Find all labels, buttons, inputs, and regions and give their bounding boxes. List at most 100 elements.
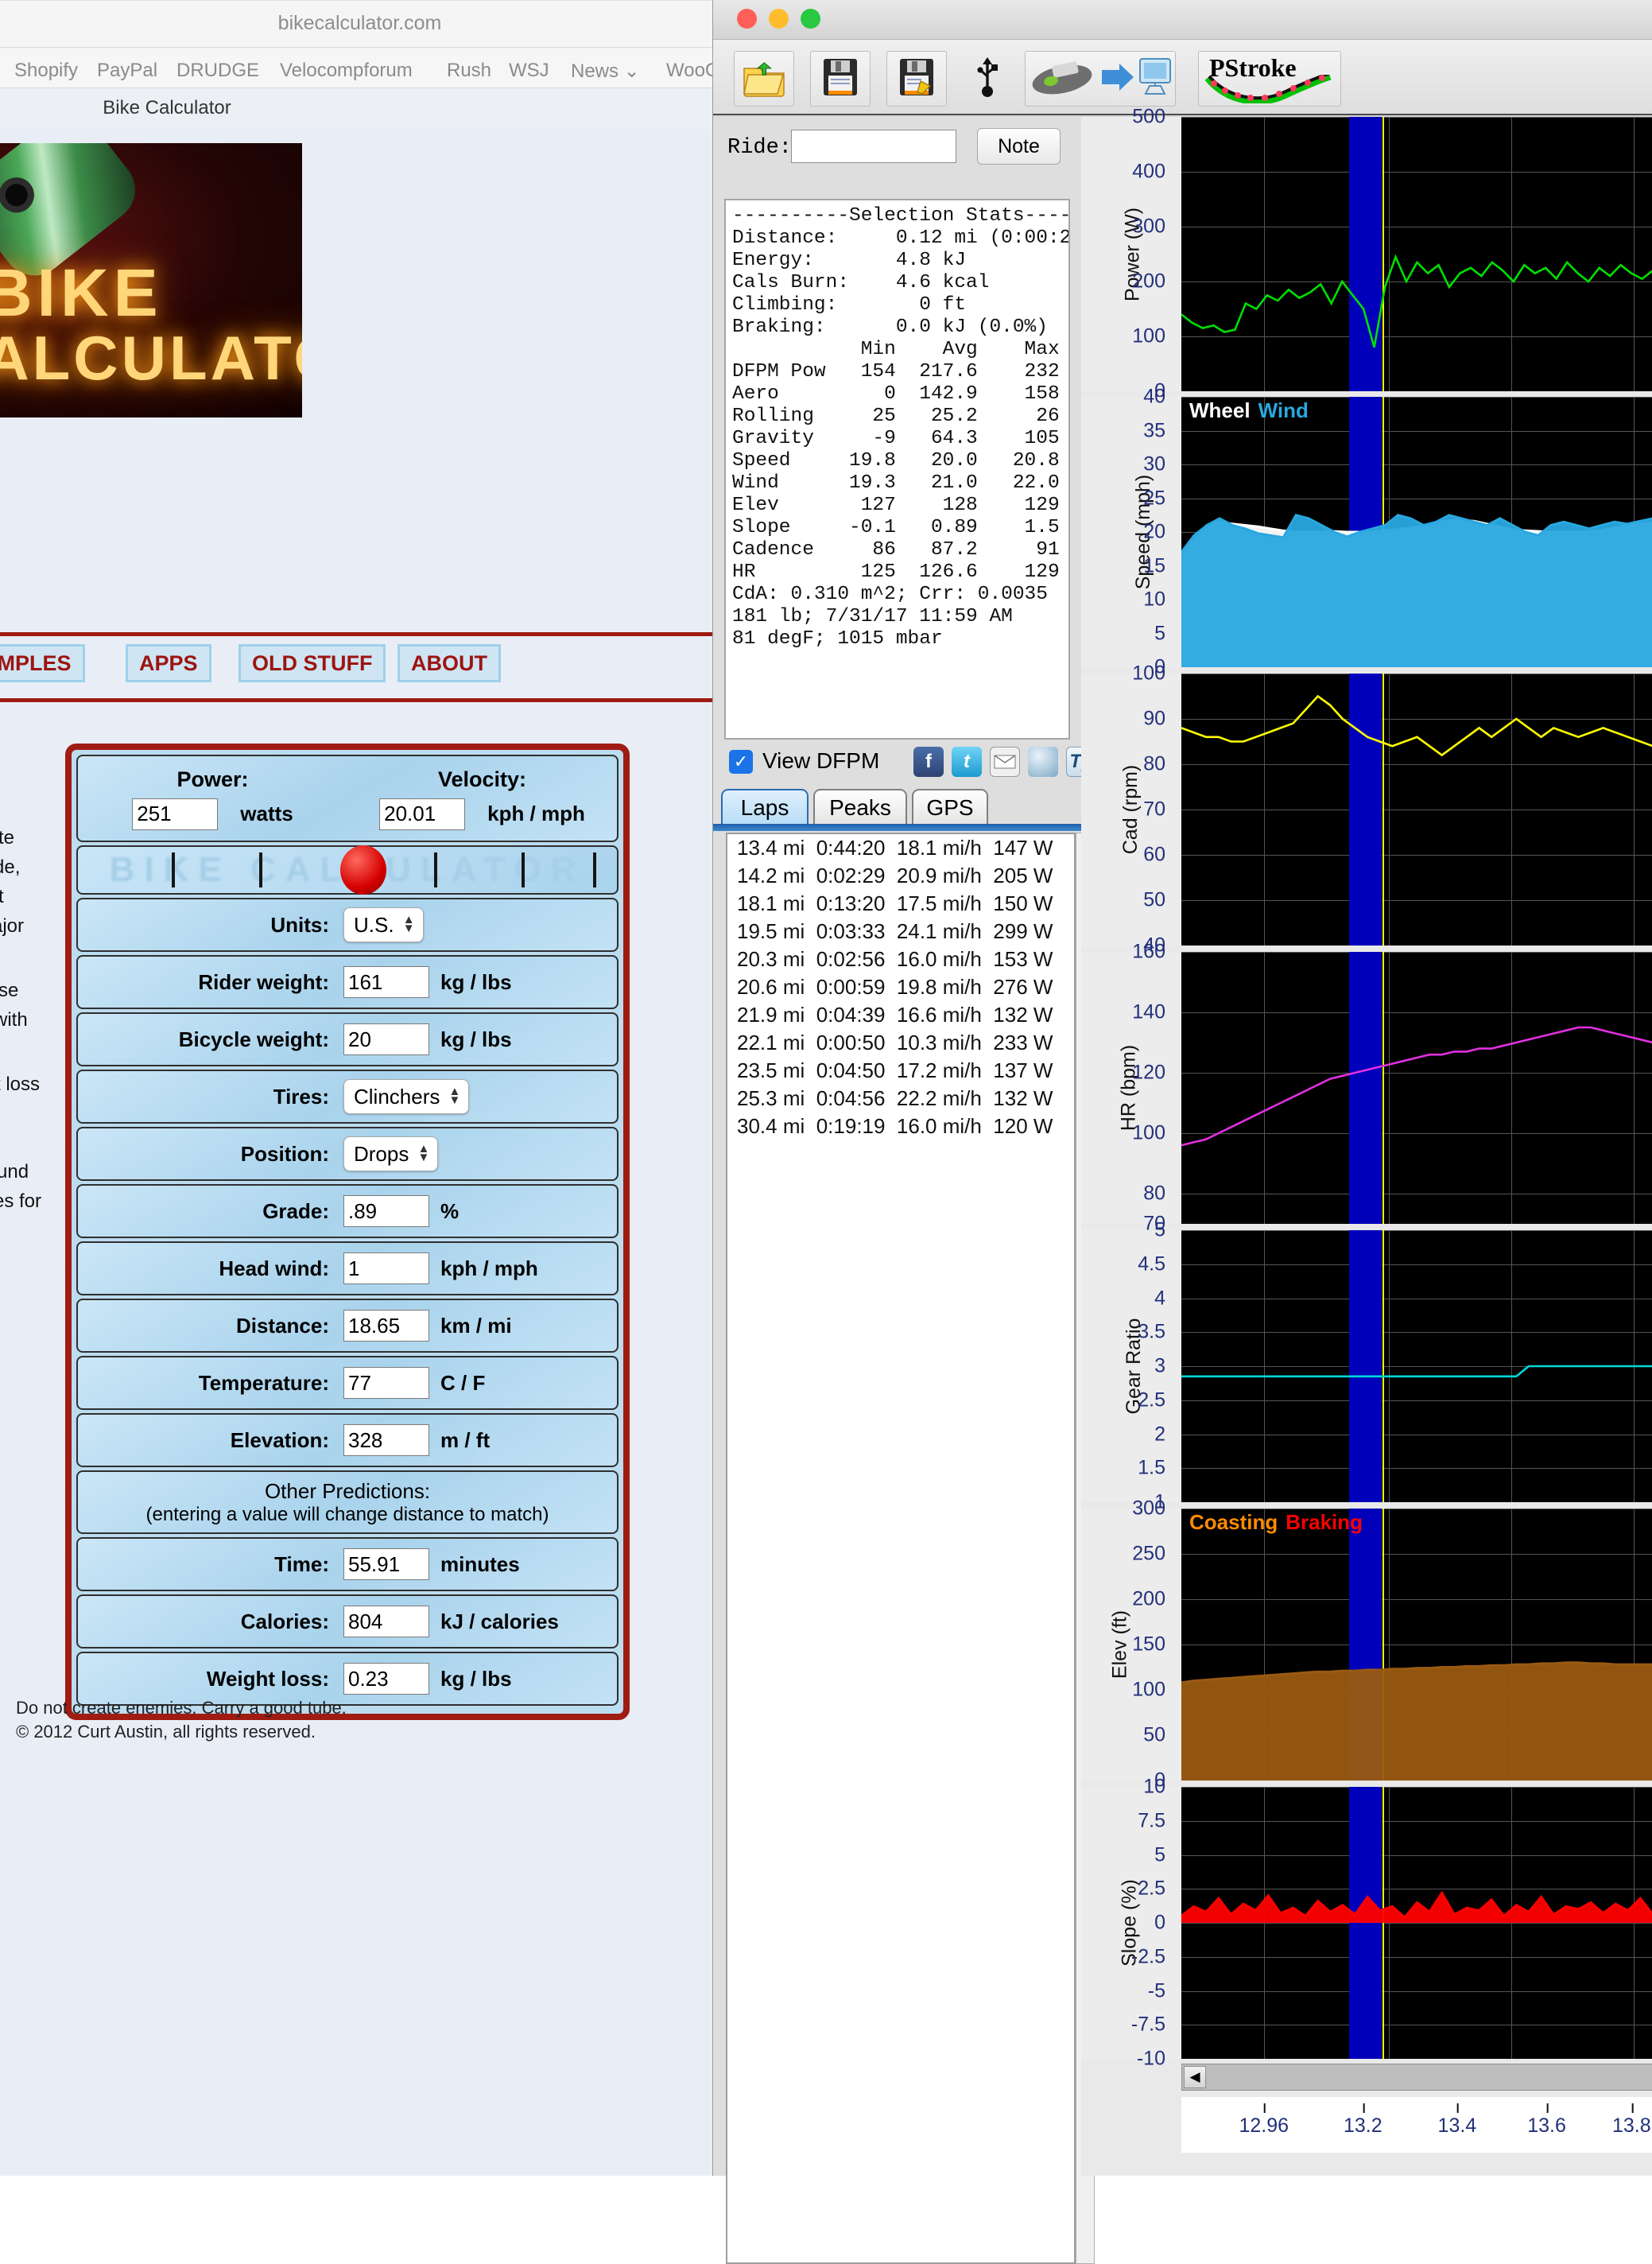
bookmark-news[interactable]: News ⌄ <box>571 60 640 83</box>
usb-button[interactable] <box>960 51 1015 107</box>
plot-area[interactable] <box>1181 674 1652 946</box>
save-as-button[interactable] <box>886 51 947 107</box>
bookmark-shopify[interactable]: Shopify <box>14 60 78 82</box>
power-input[interactable] <box>132 798 219 830</box>
plot-area[interactable] <box>1181 1230 1652 1502</box>
facebook-icon[interactable]: f <box>913 747 944 777</box>
bookmark-wsj[interactable]: WSJ <box>509 60 549 82</box>
field-input[interactable] <box>343 1310 429 1342</box>
y-tick-label: 4 <box>1154 1287 1165 1309</box>
download-from-device-button[interactable] <box>1025 51 1176 107</box>
calc-row-elevation: Elevation: m / ft <box>76 1413 619 1467</box>
lap-row[interactable]: 25.3 mi 0:04:56 22.2 mi/h 132 W <box>727 1085 1074 1113</box>
lap-row[interactable]: 14.2 mi 0:02:29 20.9 mi/h 205 W <box>727 862 1074 890</box>
velocity-group: Velocity: kph / mph <box>347 767 617 830</box>
field-input[interactable] <box>343 1367 429 1399</box>
bookmark-paypal[interactable]: PayPal <box>97 60 157 82</box>
lap-row[interactable]: 30.4 mi 0:19:19 16.0 mi/h 120 W <box>727 1113 1074 1140</box>
y-tick-label: 100 <box>1132 662 1165 685</box>
y-tick-label: 1.5 <box>1138 1456 1165 1479</box>
calc-row-position: Position: Drops ▲ ▼ <box>76 1127 619 1181</box>
maximize-window-button[interactable] <box>801 9 820 29</box>
field-input[interactable] <box>343 1548 429 1580</box>
plot-area[interactable] <box>1181 952 1652 1224</box>
close-window-button[interactable] <box>737 9 757 29</box>
ride-input[interactable] <box>791 130 956 163</box>
chart-horizontal-scrollbar[interactable]: ◀ <box>1181 2064 1652 2091</box>
note-button[interactable]: Note <box>977 128 1061 165</box>
other-predictions-title: Other Predictions: <box>264 1478 431 1503</box>
nav-apps[interactable]: APPS <box>126 644 211 682</box>
usb-icon <box>974 56 1001 103</box>
bookmark-wooc[interactable]: WooC <box>666 60 719 82</box>
field-unit: minutes <box>440 1551 520 1576</box>
field-input[interactable] <box>343 1195 429 1227</box>
y-tick-label: 200 <box>1132 1587 1165 1610</box>
pstroke-title-bar[interactable] <box>713 0 1652 40</box>
plot-area[interactable] <box>1181 1787 1652 2059</box>
power-velocity-slider[interactable]: BIKE CALCULATOR <box>76 845 619 895</box>
y-tick-label: -5 <box>1147 1979 1165 2002</box>
open-button[interactable] <box>734 51 794 107</box>
chart-panel-slope[interactable]: Slope (%) -10 -7.5 -5 -2.5 0 2.5 5 7.5 10 <box>1081 1776 1652 2070</box>
field-select[interactable]: Drops ▲ ▼ <box>343 1136 439 1171</box>
lap-row[interactable]: 19.5 mi 0:03:33 24.1 mi/h 299 W <box>727 918 1074 946</box>
field-unit: m / ft <box>440 1427 491 1452</box>
chart-panel-gear-ratio[interactable]: Gear Ratio 1 1.5 2 2.5 3 3.5 4 4.5 5 <box>1081 1219 1652 1513</box>
nav-rule-bottom <box>0 698 719 702</box>
scroll-left-arrow-icon[interactable]: ◀ <box>1184 2066 1206 2088</box>
chart-panel-hr-bpm[interactable]: HR (bpm) 70 80 100 120 140 160 <box>1081 941 1652 1235</box>
other-predictions-header: Other Predictions: (entering a value wil… <box>76 1470 619 1534</box>
tab-laps[interactable]: Laps <box>721 789 809 825</box>
minimize-window-button[interactable] <box>769 9 789 29</box>
email-icon[interactable] <box>990 747 1020 777</box>
field-input[interactable] <box>343 1606 429 1637</box>
browser-url-bar[interactable]: bikecalculator.com <box>0 0 719 48</box>
field-input[interactable] <box>343 1252 429 1284</box>
bookmark-rush[interactable]: Rush <box>447 60 491 82</box>
chart-panel-cad-rpm[interactable]: Cad (rpm) 40 50 60 70 80 90 100 <box>1081 662 1652 957</box>
tab-peaks[interactable]: Peaks <box>813 789 907 825</box>
chart-panel-power-w[interactable]: Power (W) 0 100 200 300 400 500 <box>1081 106 1652 402</box>
nav-old-stuff[interactable]: OLD STUFF <box>238 644 386 682</box>
x-tick-label: 13.4 <box>1437 2103 1477 2137</box>
field-input[interactable] <box>343 1023 429 1055</box>
lap-row[interactable]: 21.9 mi 0:04:39 16.6 mi/h 132 W <box>727 1001 1074 1029</box>
lap-row[interactable]: 20.3 mi 0:02:56 16.0 mi/h 153 W <box>727 946 1074 973</box>
plot-area[interactable]: Coasting Braking <box>1181 1509 1652 1781</box>
nav-amples[interactable]: AMPLES <box>0 644 85 682</box>
slider-knob[interactable] <box>340 845 386 895</box>
laps-list[interactable]: 13.4 mi 0:44:20 18.1 mi/h 147 W 14.2 mi 0… <box>726 833 1076 2264</box>
tab-gps[interactable]: GPS <box>912 789 988 825</box>
bookmark-drudge[interactable]: DRUDGE <box>176 60 259 82</box>
chart-stack: Power (W) 0 100 200 300 400 500 Speed (mph) 0 5 10… <box>1081 106 1652 2176</box>
legend-item: Wind <box>1258 398 1309 422</box>
lap-row[interactable]: 22.1 mi 0:00:50 10.3 mi/h 233 W <box>727 1029 1074 1057</box>
lap-row[interactable]: 13.4 mi 0:44:20 18.1 mi/h 147 W <box>727 834 1074 862</box>
field-label: Units: <box>270 912 329 937</box>
view-dfpm-checkbox[interactable]: ✓ <box>729 750 753 774</box>
pstroke-logo-button[interactable]: PStroke <box>1198 51 1341 107</box>
tab-title[interactable]: Bike Calculator <box>0 97 334 119</box>
field-input[interactable] <box>343 1663 429 1695</box>
field-input[interactable] <box>343 1424 429 1456</box>
plot-area[interactable] <box>1181 117 1652 391</box>
twitter-icon[interactable]: t <box>952 747 982 777</box>
save-button[interactable] <box>810 51 871 107</box>
velocity-input[interactable] <box>379 798 466 830</box>
field-label: Time: <box>274 1551 329 1576</box>
y-tick-label: 10 <box>1143 588 1165 611</box>
chart-panel-speed-mph[interactable]: Speed (mph) 0 5 10 15 20 25 30 35 40 Wheel Wind <box>1081 386 1652 678</box>
nav-about[interactable]: ABOUT <box>397 644 501 682</box>
lap-row[interactable]: 18.1 mi 0:13:20 17.5 mi/h 150 W <box>727 890 1074 918</box>
lap-row[interactable]: 23.5 mi 0:04:50 17.2 mi/h 137 W <box>727 1057 1074 1085</box>
chart-panel-elev-ft[interactable]: Elev (ft) 0 50 100 150 200 250 300 Coasting Braki… <box>1081 1497 1652 1792</box>
field-input[interactable] <box>343 966 429 998</box>
globe-icon[interactable] <box>1028 747 1058 777</box>
bookmark-velocompforum[interactable]: Velocompforum <box>280 60 413 82</box>
plot-area[interactable]: Wheel Wind <box>1181 397 1652 667</box>
series-line <box>1181 254 1652 348</box>
field-select[interactable]: Clinchers ▲ ▼ <box>343 1079 470 1114</box>
field-select[interactable]: U.S. ▲ ▼ <box>343 907 424 942</box>
lap-row[interactable]: 20.6 mi 0:00:59 19.8 mi/h 276 W <box>727 973 1074 1001</box>
